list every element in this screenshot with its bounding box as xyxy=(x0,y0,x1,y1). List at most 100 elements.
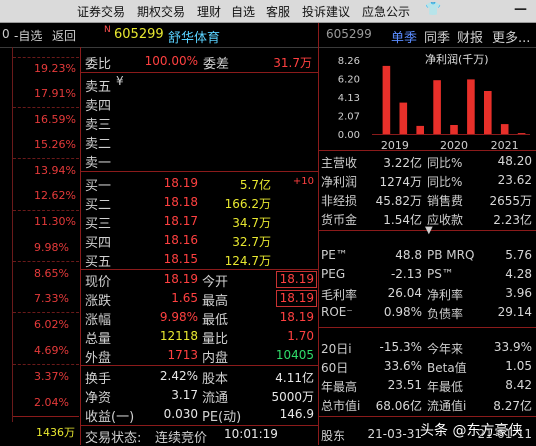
fin-row-value: 23.62 xyxy=(497,173,532,187)
scale-tick: 9.98% xyxy=(34,241,69,254)
fin-row-value: 23.51 xyxy=(387,378,422,392)
grid-line xyxy=(13,312,79,313)
ask1-label: 卖一 xyxy=(85,156,112,171)
float-label: 流通 xyxy=(202,391,229,406)
top-menu-bar: 证券交易 期权交易 理财 自选 客服 投诉建议 应急公示 👕 — xyxy=(0,0,536,23)
bid5-label: 买五 xyxy=(85,255,112,270)
weibi-value: 100.00% xyxy=(144,54,198,68)
grid-line xyxy=(13,261,79,262)
tab-single-quarter[interactable]: 单季 xyxy=(391,27,417,46)
scale-tick: 8.65% xyxy=(34,267,69,280)
trade-status-value: 连续竞价 xyxy=(155,431,208,446)
trade-status-time: 10:01:19 xyxy=(224,427,278,441)
divider xyxy=(81,269,318,270)
fin-row-label: 负债率 xyxy=(427,307,464,321)
outer-value: 1713 xyxy=(167,348,198,362)
turnover-value: 2.42% xyxy=(159,369,198,383)
bid4-label: 买四 xyxy=(85,236,112,251)
change-pct-value: 9.98% xyxy=(159,310,198,324)
fin-row-value: 48.8 xyxy=(395,248,422,262)
net-asset-value: 3.17 xyxy=(171,388,198,402)
fin-row-value: 68.06亿 xyxy=(375,399,422,413)
fin-row-label: 同比% xyxy=(427,175,463,189)
bid1-label: 买一 xyxy=(85,179,112,194)
menu-wealth[interactable]: 理财 xyxy=(197,3,221,20)
bid5-price: 18.15 xyxy=(163,252,198,266)
divider xyxy=(319,327,536,328)
outer-label: 外盘 xyxy=(85,351,112,366)
scale-tick: 13.94% xyxy=(34,164,76,177)
ask5-mark: ¥ xyxy=(116,74,124,88)
scale-tick: 15.26% xyxy=(34,138,76,151)
fin-row-value: 1.54亿 xyxy=(383,213,422,227)
tab-more[interactable]: 更多... xyxy=(492,27,530,46)
fin-row-value: 33.9% xyxy=(493,340,532,354)
fin-row-label: 年最低 xyxy=(427,380,464,394)
chart-title: 净利润(千万) xyxy=(425,52,489,66)
high-value: 18.19 xyxy=(279,291,314,305)
divider xyxy=(81,72,318,73)
divider xyxy=(81,171,318,172)
bid1-volume: 5.7亿 xyxy=(239,178,271,192)
menu-watchlist[interactable]: 自选 xyxy=(231,3,255,20)
turnover-label: 换手 xyxy=(85,372,112,387)
volume-ratio-label: 量比 xyxy=(202,332,229,347)
share-capital-value: 4.11亿 xyxy=(275,371,314,385)
back-button[interactable]: 返回 xyxy=(52,27,76,44)
menu-customer-service[interactable]: 客服 xyxy=(266,3,290,20)
fin-row-value: 0.98% xyxy=(383,305,422,319)
bid1-price: 18.19 xyxy=(163,176,198,190)
bar xyxy=(467,79,475,134)
weicha-value: 31.7万 xyxy=(273,56,312,70)
fin-stock-code: 605299 xyxy=(326,27,372,41)
eps-label: 收益(一) xyxy=(85,410,135,425)
menu-securities-trading[interactable]: 证券交易 xyxy=(77,3,125,20)
bid2-price: 18.18 xyxy=(163,195,198,209)
fin-row-value: 33.6% xyxy=(383,359,422,373)
fin-row-value: 8.27亿 xyxy=(493,399,532,413)
fin-row-label: 净利率 xyxy=(427,288,464,302)
eps-value: 0.030 xyxy=(163,407,198,421)
bid2-volume: 166.2万 xyxy=(224,197,271,211)
bid4-price: 18.16 xyxy=(163,233,198,247)
watchlist-button[interactable]: -自选 xyxy=(14,27,42,44)
bar xyxy=(433,80,441,134)
fin-row-value: 45.82万 xyxy=(375,194,422,208)
fin-row-label: ROE⁻ xyxy=(321,305,353,319)
divider xyxy=(319,416,536,417)
minimize-icon[interactable]: — xyxy=(514,2,527,17)
shirt-icon[interactable]: 👕 xyxy=(425,2,441,17)
inner-label: 内盘 xyxy=(202,351,229,366)
y-tick-label: 4.13 xyxy=(338,93,360,104)
fin-row-value: 3.96 xyxy=(505,286,532,300)
sub-toolbar: 0 -自选 返回 N 605299 舒华体育 605299 单季 同季 财报 更… xyxy=(0,23,536,48)
fin-row-label: 同比% xyxy=(427,156,463,170)
menu-emergency-notice[interactable]: 应急公示 xyxy=(362,3,410,20)
scale-tick: 16.59% xyxy=(34,113,76,126)
pe-dynamic-label: PE(动) xyxy=(202,410,242,425)
fin-row-label: 股东 xyxy=(321,429,346,443)
menu-complaints[interactable]: 投诉建议 xyxy=(302,3,350,20)
fin-row-label: PS™ xyxy=(427,267,454,281)
fin-row-value: -15.3% xyxy=(379,340,422,354)
scale-tick: 3.37% xyxy=(34,370,69,383)
scale-tick: 7.33% xyxy=(34,292,69,305)
net-profit-bar-chart: 净利润(千万) 8.266.204.132.070.002019 2020 2021 xyxy=(338,52,530,152)
fin-row-value: 5.76 xyxy=(505,248,532,262)
panel-divider-right xyxy=(318,23,319,445)
trade-status-label: 交易状态: xyxy=(85,431,142,446)
tab-financial-report[interactable]: 财报 xyxy=(457,27,483,46)
new-stock-flag: N xyxy=(104,25,111,35)
grid-line xyxy=(13,107,79,108)
bid1-change: +10 xyxy=(292,176,314,187)
scale-tick: 11.30% xyxy=(34,215,76,228)
tab-same-quarter[interactable]: 同季 xyxy=(424,27,450,46)
chevron-down-icon[interactable]: ▼ xyxy=(425,225,433,236)
menu-options-trading[interactable]: 期权交易 xyxy=(137,3,185,20)
change-value: 1.65 xyxy=(171,291,198,305)
high-label: 最高 xyxy=(202,294,229,309)
y-tick-label: 2.07 xyxy=(338,111,360,122)
grid-line xyxy=(13,364,79,365)
ask4-label: 卖四 xyxy=(85,99,112,114)
fin-row-value: 48.20 xyxy=(497,154,532,168)
